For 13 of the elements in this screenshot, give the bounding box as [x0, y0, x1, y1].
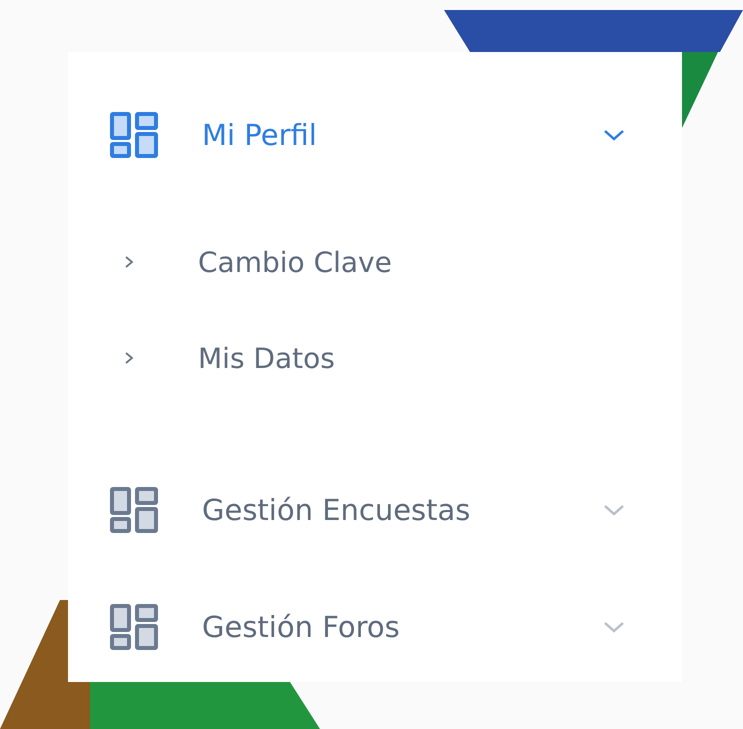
menu-item[interactable]: Gestión Foros [68, 572, 682, 682]
dashboard-icon [110, 604, 158, 650]
chevron-down-icon [602, 128, 626, 142]
chevron-right-icon [124, 351, 134, 365]
menu-item[interactable]: Gestión Encuestas [68, 455, 682, 565]
submenu-item[interactable]: Mis Datos [68, 310, 682, 406]
submenu-item[interactable]: Cambio Clave [68, 214, 682, 310]
chevron-down-icon [602, 620, 626, 634]
chevron-down-icon [602, 503, 626, 517]
dashboard-icon [110, 112, 158, 158]
chevron-right-icon [124, 255, 134, 269]
dashboard-icon [110, 487, 158, 533]
menu-item[interactable]: Mi Perfil [68, 80, 682, 190]
